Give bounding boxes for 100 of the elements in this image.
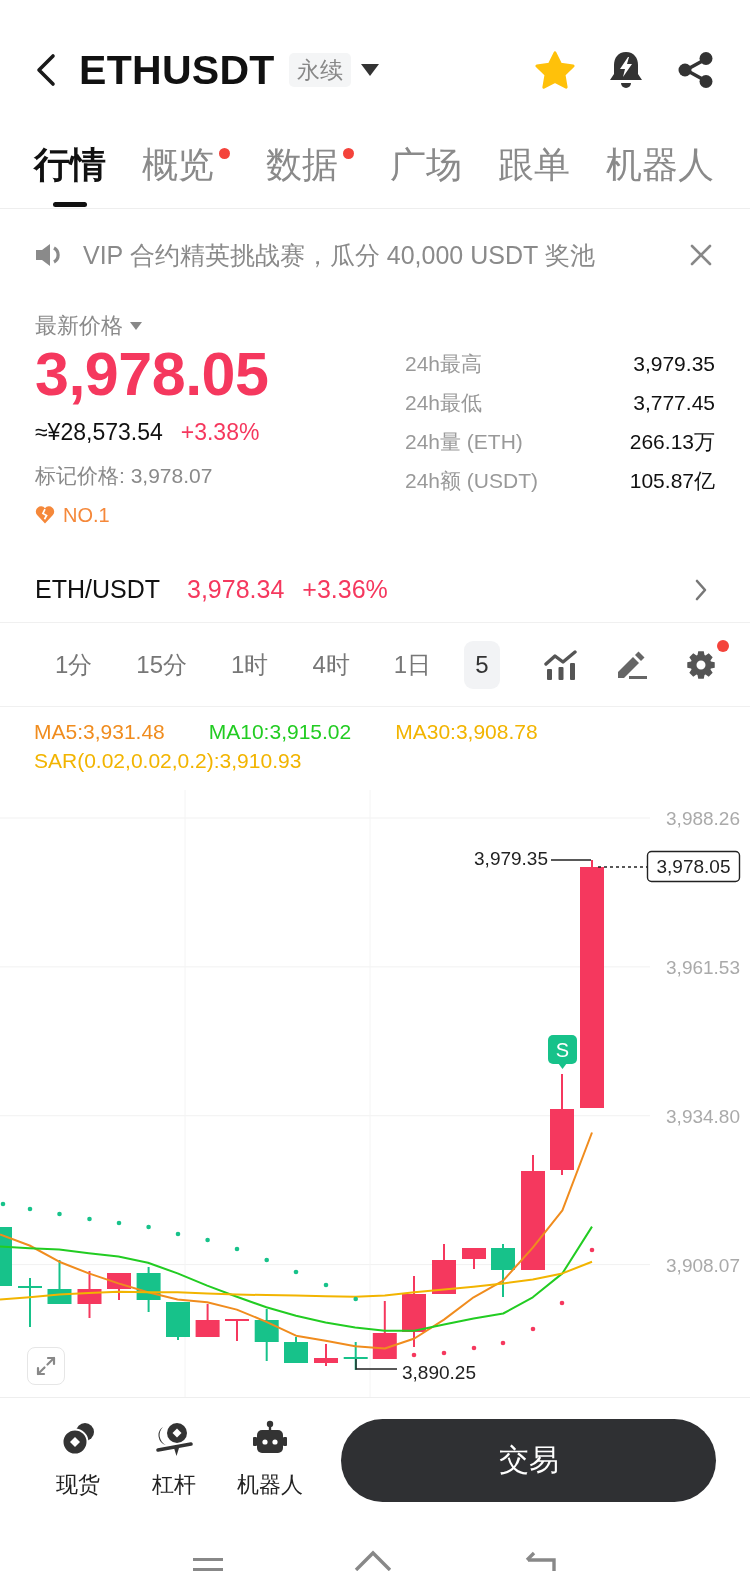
rank-label: NO.1 [63, 503, 110, 527]
sar-dot [57, 1211, 62, 1217]
star-icon[interactable] [535, 51, 575, 89]
rising-candle [195, 1303, 220, 1338]
high-price-label: 3,979.35 [474, 848, 548, 869]
close-icon[interactable] [690, 244, 712, 266]
stat-label: 24h最高 [405, 350, 483, 377]
falling-candle [284, 1336, 308, 1364]
timeframe-tab[interactable]: 15分 [125, 640, 199, 689]
expand-button[interactable] [27, 1347, 65, 1385]
rising-candle [372, 1300, 397, 1360]
announcement-text[interactable]: VIP 合约精英挑战赛，瓜分 40,000 USDT 奖池 [83, 238, 690, 272]
sar-dot [234, 1246, 240, 1252]
shortcut-button[interactable]: 现货 [30, 1419, 126, 1498]
contract-type-tag: 永续 [288, 53, 351, 87]
trade-button[interactable]: 交易 [341, 1419, 716, 1502]
timeframe-tab[interactable]: 1时 [220, 640, 280, 689]
stat-value: 3,979.35 [633, 351, 715, 376]
sar-dot [559, 1300, 565, 1306]
legend-label: MA5:3,931.48 [34, 719, 165, 745]
low-price-label: 3,890.25 [402, 1362, 476, 1383]
stat-label: 24h额 (USDT) [405, 467, 539, 494]
rising-candle [314, 1343, 338, 1367]
tab[interactable]: 概览 [142, 143, 230, 208]
tab[interactable]: 跟单 [498, 143, 570, 208]
sar-dot [323, 1282, 329, 1288]
share-icon[interactable] [677, 51, 715, 89]
tab[interactable]: 数据 [266, 143, 354, 208]
falling-candle [0, 1226, 12, 1287]
pencil-icon[interactable] [616, 649, 648, 680]
rising-candle [77, 1270, 102, 1319]
stat-label: 24h最低 [405, 389, 483, 416]
sar-dot [0, 1201, 6, 1207]
back-icon[interactable] [35, 53, 57, 87]
sar-dot [175, 1231, 181, 1237]
sar-dot [411, 1352, 417, 1358]
sar-dot [500, 1340, 506, 1346]
caret-icon [130, 322, 142, 330]
price-change: +3.38% [180, 418, 260, 447]
shortcut-button[interactable]: 杠杆 [126, 1419, 222, 1498]
axis-label: 3,961.53 [666, 956, 740, 978]
heart-icon [35, 506, 55, 524]
stat-label: 24h量 (ETH) [405, 428, 523, 455]
sar-dot [530, 1326, 536, 1332]
sar-dot [146, 1224, 151, 1230]
sar-dot [293, 1269, 299, 1275]
speaker-icon [35, 242, 63, 268]
tab[interactable]: 广场 [390, 143, 462, 208]
caret-icon[interactable] [360, 64, 379, 76]
spot-pair: ETH/USDT [35, 575, 160, 604]
rising-candle [462, 1247, 486, 1270]
legend-label: MA10:3,915.02 [208, 719, 352, 745]
expand-icon [36, 1356, 56, 1376]
shortcut-button[interactable]: 机器人 [222, 1419, 318, 1498]
sar-dot [27, 1206, 33, 1212]
axis-label: 3,988.26 [666, 808, 740, 829]
last-price-tag: 3,978.05 [646, 850, 741, 883]
spot-price: 3,978.34 [187, 575, 285, 604]
leader-line [550, 859, 592, 861]
timeframe-tab[interactable]: 5 [464, 640, 500, 689]
cny-price: ≈¥28,573.54 [35, 418, 163, 447]
mark-price: 标记价格: 3,978.07 [35, 463, 213, 489]
falling-candle [491, 1243, 515, 1298]
doji-candle [225, 1318, 249, 1342]
sar-dot [205, 1237, 210, 1243]
settings-icon[interactable] [686, 649, 716, 680]
axis-label: 3,934.80 [666, 1105, 740, 1127]
stat-value: 105.87亿 [629, 467, 715, 494]
falling-candle [47, 1259, 72, 1305]
bell-icon[interactable] [609, 50, 643, 90]
last-price: 3,978.05 [35, 342, 269, 406]
timeframe-tab[interactable]: 1分 [44, 640, 104, 689]
legend-label: SAR(0.02,0.02,0.2):3,910.93 [34, 748, 302, 774]
sar-dot [589, 1247, 595, 1253]
leader-line [355, 1358, 398, 1370]
falling-candle [166, 1301, 190, 1341]
spot-change: +3.36% [302, 575, 388, 604]
price-type-dropdown[interactable]: 最新价格 [35, 313, 142, 339]
doji-candle [18, 1277, 42, 1328]
sar-dot [87, 1216, 92, 1222]
sar-dot [441, 1350, 447, 1356]
axis-label: 3,908.07 [666, 1254, 740, 1276]
rising-candle [107, 1272, 131, 1301]
legend-label: MA30:3,908.78 [395, 719, 538, 745]
sar-dot [264, 1257, 269, 1263]
stat-value: 3,777.45 [633, 390, 715, 415]
rising-candle [432, 1243, 456, 1295]
chevron-right-icon[interactable] [694, 577, 708, 602]
tab[interactable]: 机器人 [606, 143, 714, 208]
home-icon[interactable] [354, 1550, 392, 1571]
sar-dot [116, 1220, 122, 1226]
price-line [597, 866, 648, 868]
falling-candle [136, 1266, 161, 1313]
tab[interactable]: 行情 [34, 143, 106, 208]
timeframe-tab[interactable]: 4时 [301, 640, 361, 689]
sar-dot [353, 1296, 358, 1302]
pair-symbol: ETHUSDT [79, 46, 275, 94]
falling-candle [254, 1308, 279, 1362]
chart-indicators-icon[interactable] [544, 649, 578, 680]
timeframe-tab[interactable]: 1日 [382, 640, 443, 689]
